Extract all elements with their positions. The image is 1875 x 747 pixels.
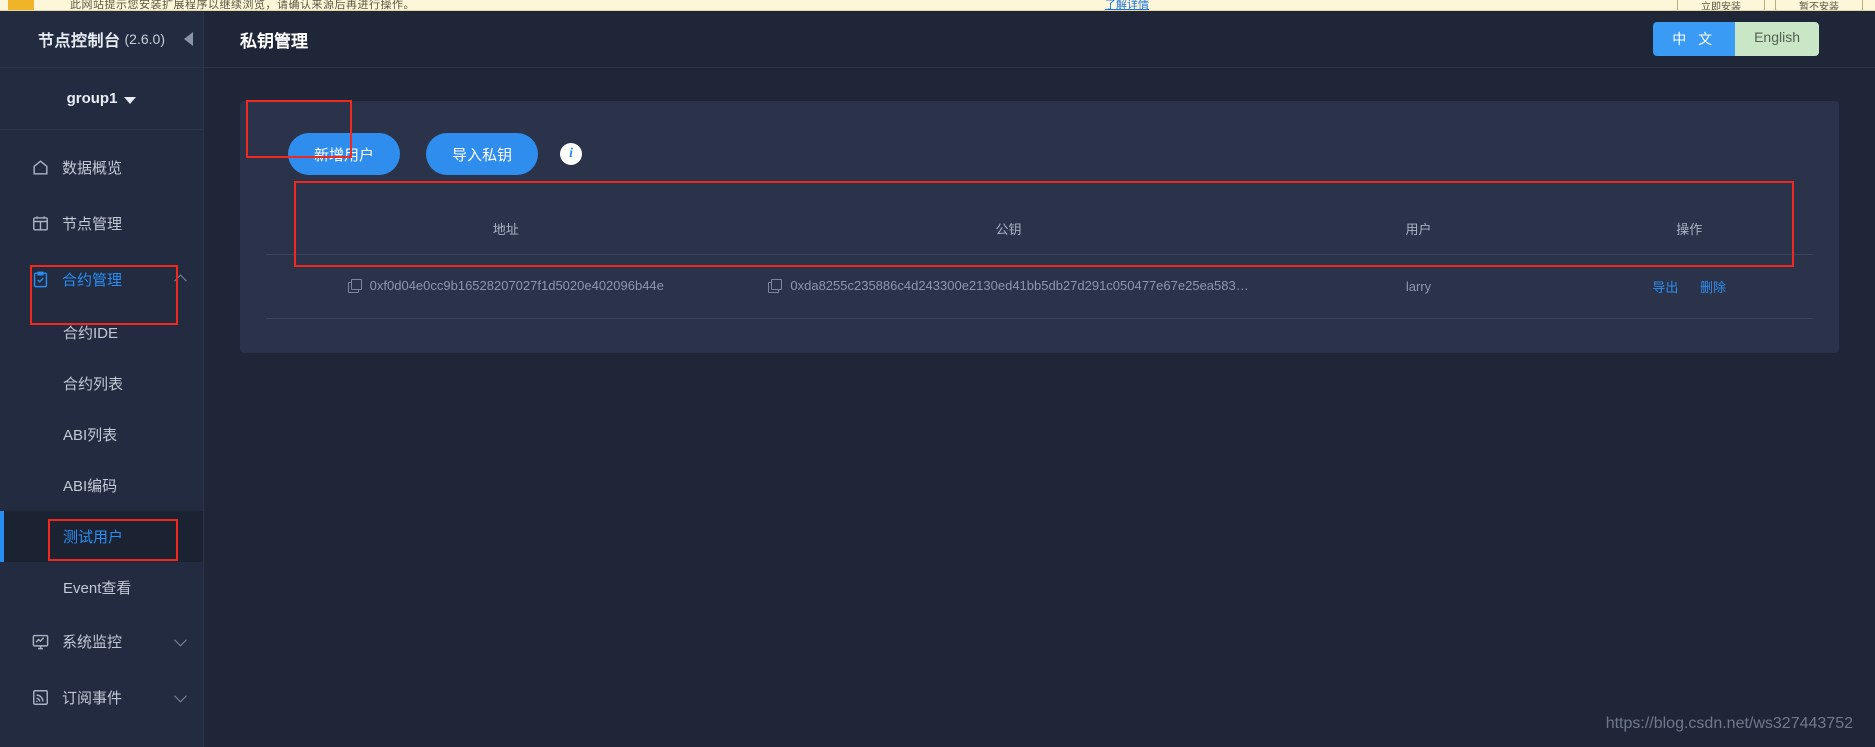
cell-user: larry — [1271, 254, 1566, 319]
copy-icon[interactable] — [768, 279, 783, 293]
column-header-address: 地址 — [492, 222, 519, 237]
watermark: https://blog.csdn.net/ws327443752 — [1605, 715, 1853, 732]
sidebar-subitem-test-user[interactable]: 测试用户 — [0, 511, 203, 562]
sidebar-subitem-contract-ide[interactable]: 合约IDE — [0, 307, 203, 358]
delete-link[interactable]: 删除 — [1700, 280, 1726, 295]
copy-icon[interactable] — [347, 279, 362, 293]
export-link[interactable]: 导出 — [1652, 280, 1678, 295]
sidebar-item-contract-management[interactable]: 合约管理 — [0, 251, 203, 307]
browser-bar-message: 此网站提示您安装扩展程序以继续浏览，请确认来源后再进行操作。 — [70, 0, 415, 11]
sidebar-subitem-abi-list[interactable]: ABI列表 — [0, 409, 203, 460]
info-icon[interactable]: i — [560, 143, 583, 165]
caret-down-icon — [124, 96, 137, 104]
clipboard-check-icon — [30, 269, 50, 289]
sidebar-subitem-label: 合约列表 — [63, 376, 124, 393]
sidebar-subitem-label: ABI编码 — [63, 478, 118, 495]
group-selector-label: group1 — [66, 90, 118, 107]
sidebar: 节点控制台 (2.6.0) group1 数据概览 节点管理 合约管理 合约ID… — [0, 11, 204, 747]
sidebar-item-label: 系统监控 — [62, 633, 123, 651]
page-title: 私钥管理 — [240, 31, 308, 51]
sidebar-item-node-management[interactable]: 节点管理 — [0, 195, 203, 251]
calendar-icon — [30, 213, 50, 233]
private-key-card: 新增用户 导入私钥 i 地址 公钥 用户 操作 0xf0d04e0cc9b165… — [240, 101, 1839, 353]
column-header-public-key: 公钥 — [995, 222, 1022, 237]
browser-bar-link[interactable]: 了解详情 — [1105, 0, 1149, 10]
toolbar: 新增用户 导入私钥 i — [266, 131, 1813, 177]
sidebar-subitem-abi-encode[interactable]: ABI编码 — [0, 460, 203, 511]
sidebar-menu: 数据概览 节点管理 合约管理 合约IDE 合约列表 ABI列表 ABI编码 测试… — [0, 130, 203, 725]
sidebar-item-label: 节点管理 — [62, 215, 123, 233]
browser-bar-primary-button[interactable]: 立即安装 — [1677, 0, 1765, 10]
chevron-down-icon — [174, 689, 187, 703]
add-user-button[interactable]: 新增用户 — [288, 133, 401, 175]
chevron-up-icon — [174, 274, 187, 288]
cell-address: 0xf0d04e0cc9b16528207027f1d5020e402096b4… — [266, 254, 746, 319]
monitor-chart-icon — [30, 631, 50, 651]
public-key-value: 0xda8255c235886c4d243300e2130ed41bb5db27… — [790, 278, 1249, 293]
brand-version: (2.6.0) — [124, 31, 165, 47]
sidebar-item-system-monitor[interactable]: 系统监控 — [0, 613, 203, 669]
sidebar-item-label: 数据概览 — [62, 159, 123, 177]
cell-public-key: 0xda8255c235886c4d243300e2130ed41bb5db27… — [745, 254, 1272, 319]
sidebar-item-data-overview[interactable]: 数据概览 — [0, 139, 203, 195]
sidebar-item-subscribe-events[interactable]: 订阅事件 — [0, 669, 203, 725]
browser-notification-bar: 此网站提示您安装扩展程序以继续浏览，请确认来源后再进行操作。 了解详情 立即安装… — [0, 0, 1875, 11]
language-toggle: 中 文 English — [1653, 22, 1819, 56]
chevron-down-icon — [174, 633, 187, 647]
cell-actions: 导出 删除 — [1565, 254, 1813, 319]
sidebar-item-label: 订阅事件 — [62, 689, 123, 707]
home-icon — [30, 157, 50, 177]
table-header-row: 地址 公钥 用户 操作 — [266, 213, 1813, 255]
sidebar-subitem-event-view[interactable]: Event查看 — [0, 562, 203, 613]
language-option-chinese[interactable]: 中 文 — [1653, 22, 1736, 56]
browser-extension-icon — [8, 0, 34, 10]
brand: 节点控制台 (2.6.0) — [0, 11, 203, 68]
browser-bar-secondary-button[interactable]: 暂不安装 — [1775, 0, 1863, 10]
app-root: 此网站提示您安装扩展程序以继续浏览，请确认来源后再进行操作。 了解详情 立即安装… — [0, 0, 1875, 747]
sidebar-subitem-label: ABI列表 — [63, 427, 118, 444]
column-header-actions: 操作 — [1676, 222, 1703, 237]
group-selector[interactable]: group1 — [0, 68, 203, 130]
sidebar-item-label: 合约管理 — [62, 271, 123, 289]
sidebar-subitem-label: Event查看 — [63, 580, 132, 597]
import-private-key-button[interactable]: 导入私钥 — [426, 133, 539, 175]
table-row: 0xf0d04e0cc9b16528207027f1d5020e402096b4… — [266, 254, 1813, 319]
main-content: 私钥管理 中 文 English 新增用户 导入私钥 i 地址 公钥 用户 操作 — [204, 11, 1875, 747]
sidebar-subitem-label: 合约IDE — [63, 325, 119, 342]
address-value: 0xf0d04e0cc9b16528207027f1d5020e402096b4… — [369, 278, 664, 293]
brand-title: 节点控制台 — [38, 33, 121, 50]
sidebar-subitem-contract-list[interactable]: 合约列表 — [0, 358, 203, 409]
sidebar-subitem-label: 测试用户 — [63, 529, 124, 546]
page-header: 私钥管理 中 文 English — [204, 11, 1875, 68]
language-option-english[interactable]: English — [1735, 22, 1819, 56]
column-header-user: 用户 — [1405, 222, 1432, 237]
caret-left-icon[interactable] — [184, 32, 193, 46]
private-key-table: 地址 公钥 用户 操作 0xf0d04e0cc9b16528207027f1d5… — [266, 213, 1813, 319]
rss-icon — [30, 687, 50, 707]
